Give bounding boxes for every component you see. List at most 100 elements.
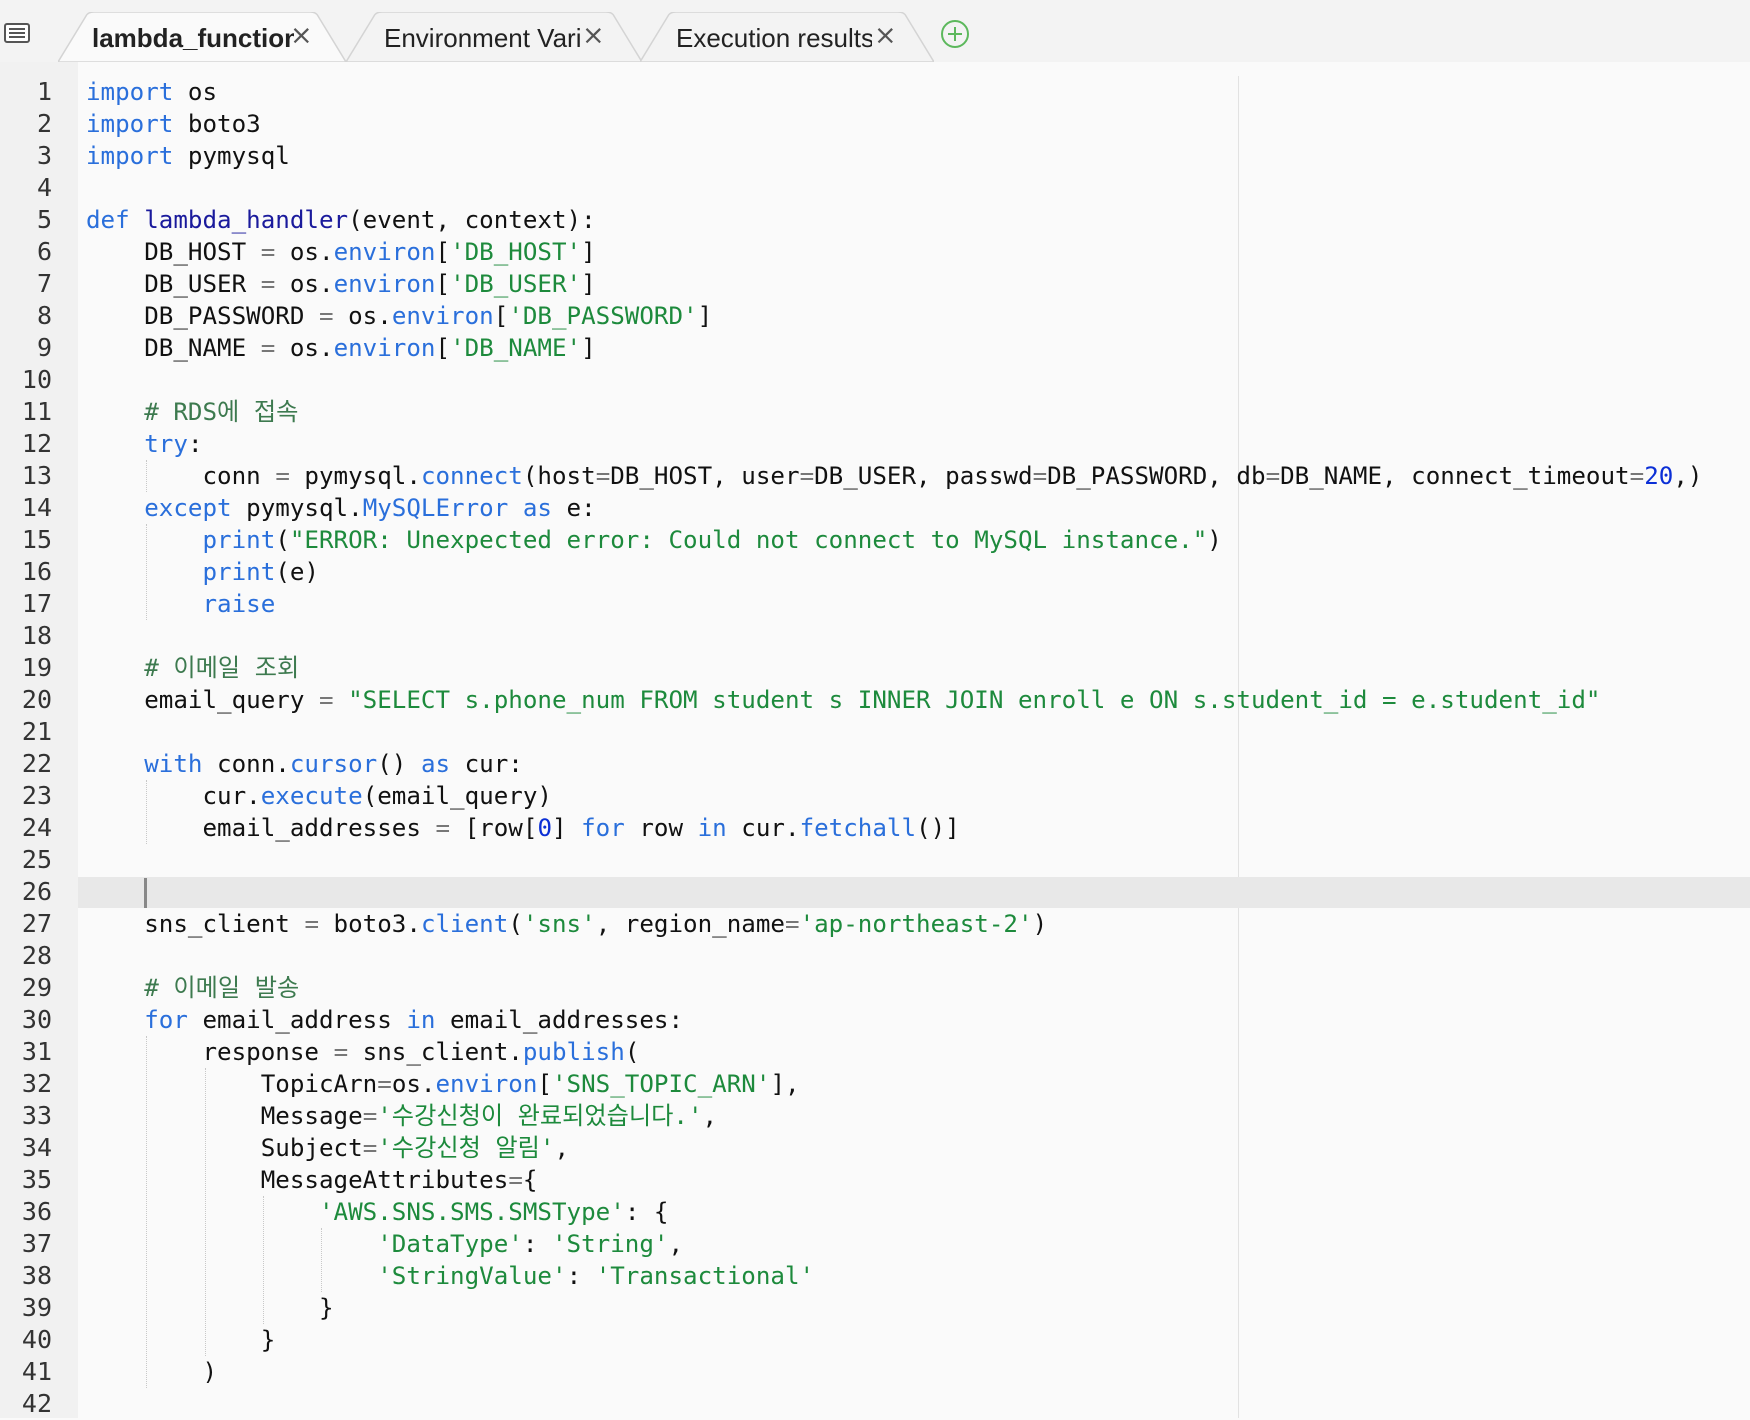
line-number: 27 xyxy=(21,909,52,938)
line-number: 15 xyxy=(21,525,52,554)
line-number: 33 xyxy=(21,1101,52,1130)
line-number: 8 xyxy=(36,301,52,330)
line-number: 22 xyxy=(21,749,52,778)
line-number: 34 xyxy=(21,1133,52,1162)
line-number: 7 xyxy=(36,269,52,298)
line-number: 3 xyxy=(36,141,52,170)
code-line[interactable]: ​ xyxy=(86,620,1702,652)
code-line[interactable]: response = sns_client.publish( xyxy=(86,1036,1702,1068)
code-line[interactable]: ​ xyxy=(86,364,1702,396)
code-line[interactable]: Subject='수강신청 알림', xyxy=(86,1132,1702,1164)
line-number: 21 xyxy=(21,717,52,746)
code-line[interactable]: DB_HOST = os.environ['DB_HOST'] xyxy=(86,236,1702,268)
line-number: 14 xyxy=(21,493,52,522)
code-line[interactable]: cur.execute(email_query) xyxy=(86,780,1702,812)
code-line[interactable]: for email_address in email_addresses: xyxy=(86,1004,1702,1036)
code-line[interactable]: # RDS에 접속 xyxy=(86,396,1702,428)
line-number: 42 xyxy=(21,1389,52,1418)
line-number: 6 xyxy=(36,237,52,266)
code-line[interactable]: } xyxy=(86,1324,1702,1356)
code-line[interactable]: ​ xyxy=(86,172,1702,204)
line-number: 18 xyxy=(21,621,52,650)
line-number: 10 xyxy=(21,365,52,394)
tab-lambda-function[interactable]: lambda_function × xyxy=(58,12,346,62)
code-line[interactable]: ​ xyxy=(86,844,1702,876)
line-number: 20 xyxy=(21,685,52,714)
code-line[interactable]: import os xyxy=(86,76,1702,108)
line-number: 39 xyxy=(21,1293,52,1322)
line-number: 35 xyxy=(21,1165,52,1194)
code-line[interactable]: DB_NAME = os.environ['DB_NAME'] xyxy=(86,332,1702,364)
code-line[interactable]: raise xyxy=(86,588,1702,620)
list-menu-icon[interactable] xyxy=(4,22,30,44)
line-number: 36 xyxy=(21,1197,52,1226)
line-number: 31 xyxy=(21,1037,52,1066)
line-number: 28 xyxy=(21,941,52,970)
tab-bar: lambda_function × Environment Vari × Exe… xyxy=(0,0,1750,63)
line-number: 12 xyxy=(21,429,52,458)
code-line[interactable]: print(e) xyxy=(86,556,1702,588)
line-number: 13 xyxy=(21,461,52,490)
code-line[interactable]: DB_USER = os.environ['DB_USER'] xyxy=(86,268,1702,300)
code-line[interactable]: Message='수강신청이 완료되었습니다.', xyxy=(86,1100,1702,1132)
code-line[interactable]: # 이메일 발송 xyxy=(86,972,1702,1004)
add-tab-icon[interactable] xyxy=(940,19,970,49)
code-line[interactable]: def lambda_handler(event, context): xyxy=(86,204,1702,236)
line-number: 4 xyxy=(36,173,52,202)
line-number: 25 xyxy=(21,845,52,874)
line-number: 9 xyxy=(36,333,52,362)
text-cursor xyxy=(144,878,147,908)
line-number: 2 xyxy=(36,109,52,138)
line-number: 1 xyxy=(36,77,52,106)
code-line[interactable]: TopicArn=os.environ['SNS_TOPIC_ARN'], xyxy=(86,1068,1702,1100)
close-icon[interactable]: × xyxy=(874,21,897,51)
code-line[interactable]: ​ xyxy=(86,940,1702,972)
line-number: 41 xyxy=(21,1357,52,1386)
code-line[interactable]: sns_client = boto3.client('sns', region_… xyxy=(86,908,1702,940)
line-number: 17 xyxy=(21,589,52,618)
code-line[interactable]: import pymysql xyxy=(86,140,1702,172)
code-line[interactable]: # 이메일 조회 xyxy=(86,652,1702,684)
line-number: 38 xyxy=(21,1261,52,1290)
code-line[interactable]: DB_PASSWORD = os.environ['DB_PASSWORD'] xyxy=(86,300,1702,332)
line-number: 11 xyxy=(21,397,52,426)
code-line[interactable]: 'AWS.SNS.SMS.SMSType': { xyxy=(86,1196,1702,1228)
line-number: 23 xyxy=(21,781,52,810)
code-line[interactable]: email_query = "SELECT s.phone_num FROM s… xyxy=(86,684,1702,716)
code-editor[interactable]: 1 2 3 4 5 6 7 8 9 10 11 12 13 14 15 16 17 18 19 20 21 22 23 24 2… xyxy=(0,62,1750,1418)
line-number: 19 xyxy=(21,653,52,682)
code-line[interactable]: with conn.cursor() as cur: xyxy=(86,748,1702,780)
line-number: 16 xyxy=(21,557,52,586)
tab-environment-variables[interactable]: Environment Vari × xyxy=(346,12,642,62)
code-line[interactable]: conn = pymysql.connect(host=DB_HOST, use… xyxy=(86,460,1702,492)
code-line[interactable] xyxy=(86,876,1702,908)
code-line[interactable]: try: xyxy=(86,428,1702,460)
line-number: 30 xyxy=(21,1005,52,1034)
line-number-gutter: 1 2 3 4 5 6 7 8 9 10 11 12 13 14 15 16 17 18 19 20 21 22 23 24 2… xyxy=(0,62,78,1418)
code-line[interactable]: ​ xyxy=(86,1388,1702,1420)
line-number: 32 xyxy=(21,1069,52,1098)
close-icon[interactable]: × xyxy=(582,21,605,51)
code-content[interactable]: import osimport boto3import pymysql​def … xyxy=(86,76,1702,1420)
close-icon[interactable]: × xyxy=(290,21,313,51)
line-number: 26 xyxy=(21,877,52,906)
code-line[interactable]: import boto3 xyxy=(86,108,1702,140)
code-line[interactable]: ​ xyxy=(86,716,1702,748)
code-line[interactable]: 'StringValue': 'Transactional' xyxy=(86,1260,1702,1292)
tab-execution-results[interactable]: Execution results × xyxy=(640,12,934,62)
line-number: 5 xyxy=(36,205,52,234)
code-line[interactable]: ) xyxy=(86,1356,1702,1388)
line-number: 29 xyxy=(21,973,52,1002)
tab-label: Execution results xyxy=(676,23,872,53)
code-line[interactable]: 'DataType': 'String', xyxy=(86,1228,1702,1260)
line-number: 24 xyxy=(21,813,52,842)
code-line[interactable]: print("ERROR: Unexpected error: Could no… xyxy=(86,524,1702,556)
line-number: 40 xyxy=(21,1325,52,1354)
code-line[interactable]: email_addresses = [row[0] for row in cur… xyxy=(86,812,1702,844)
code-line[interactable]: except pymysql.MySQLError as e: xyxy=(86,492,1702,524)
tab-label: lambda_function xyxy=(92,23,294,53)
tab-label: Environment Vari xyxy=(384,23,580,53)
code-line[interactable]: } xyxy=(86,1292,1702,1324)
code-line[interactable]: MessageAttributes={ xyxy=(86,1164,1702,1196)
line-number: 37 xyxy=(21,1229,52,1258)
